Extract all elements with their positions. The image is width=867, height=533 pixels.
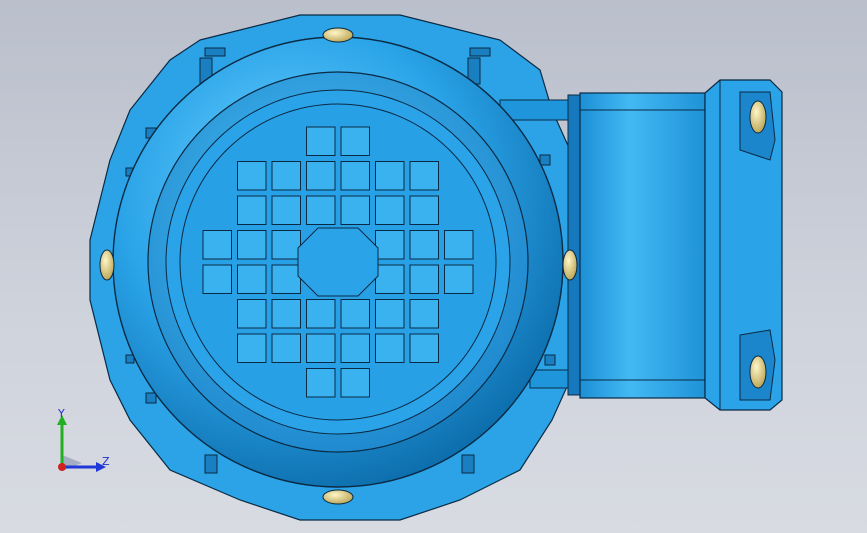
coordinate-triad: Y Z — [57, 407, 110, 472]
grille-cell — [271, 264, 301, 294]
y-axis-label: Y — [57, 407, 65, 420]
bolt-right — [562, 249, 578, 281]
grille-cell — [375, 299, 405, 329]
grille-cell — [375, 161, 405, 191]
grille-cell — [375, 230, 405, 260]
grille-cell — [306, 195, 336, 225]
grille-cell — [271, 299, 301, 329]
grille-cell — [375, 264, 405, 294]
grille-cell — [340, 195, 370, 225]
cad-viewport[interactable]: Y Z — [0, 0, 867, 533]
grille-cell — [237, 333, 267, 363]
bolt-left — [99, 249, 115, 281]
terminal-box — [567, 79, 783, 411]
grille-cell — [340, 333, 370, 363]
grille-cell — [409, 333, 439, 363]
bolt-bottom — [322, 489, 354, 505]
grille-cell — [340, 299, 370, 329]
grille-cell — [444, 264, 474, 294]
grille-cell — [306, 126, 336, 156]
grille-cell — [306, 299, 336, 329]
grille-cell — [340, 126, 370, 156]
bolt-box-bottom — [749, 355, 767, 389]
grille-cell — [271, 161, 301, 191]
z-axis-label: Z — [102, 455, 110, 468]
grille-cell — [306, 333, 336, 363]
grille-cell — [202, 264, 232, 294]
grille-cell — [271, 230, 301, 260]
bolt-top — [322, 27, 354, 43]
grille-cell — [271, 333, 301, 363]
grille-cell — [237, 230, 267, 260]
grille-cell — [444, 230, 474, 260]
motor-model[interactable] — [0, 0, 867, 533]
grille-cell — [409, 161, 439, 191]
grille-cell — [340, 368, 370, 398]
grille-cell — [271, 195, 301, 225]
grille-cell — [375, 333, 405, 363]
grille-cell — [409, 264, 439, 294]
grille-cell — [237, 161, 267, 191]
grille-hub — [297, 227, 379, 297]
grille-cell — [306, 368, 336, 398]
grille-cell — [306, 161, 336, 191]
grille-cell — [237, 264, 267, 294]
grille-cell — [340, 161, 370, 191]
grille-cell — [375, 195, 405, 225]
grille-cell — [409, 195, 439, 225]
grille-cell — [202, 230, 232, 260]
grille-cell — [409, 299, 439, 329]
x-axis-dot — [58, 463, 66, 471]
grille-cell — [409, 230, 439, 260]
bolt-box-top — [749, 100, 767, 134]
grille-cell — [237, 195, 267, 225]
grille-cell — [237, 299, 267, 329]
